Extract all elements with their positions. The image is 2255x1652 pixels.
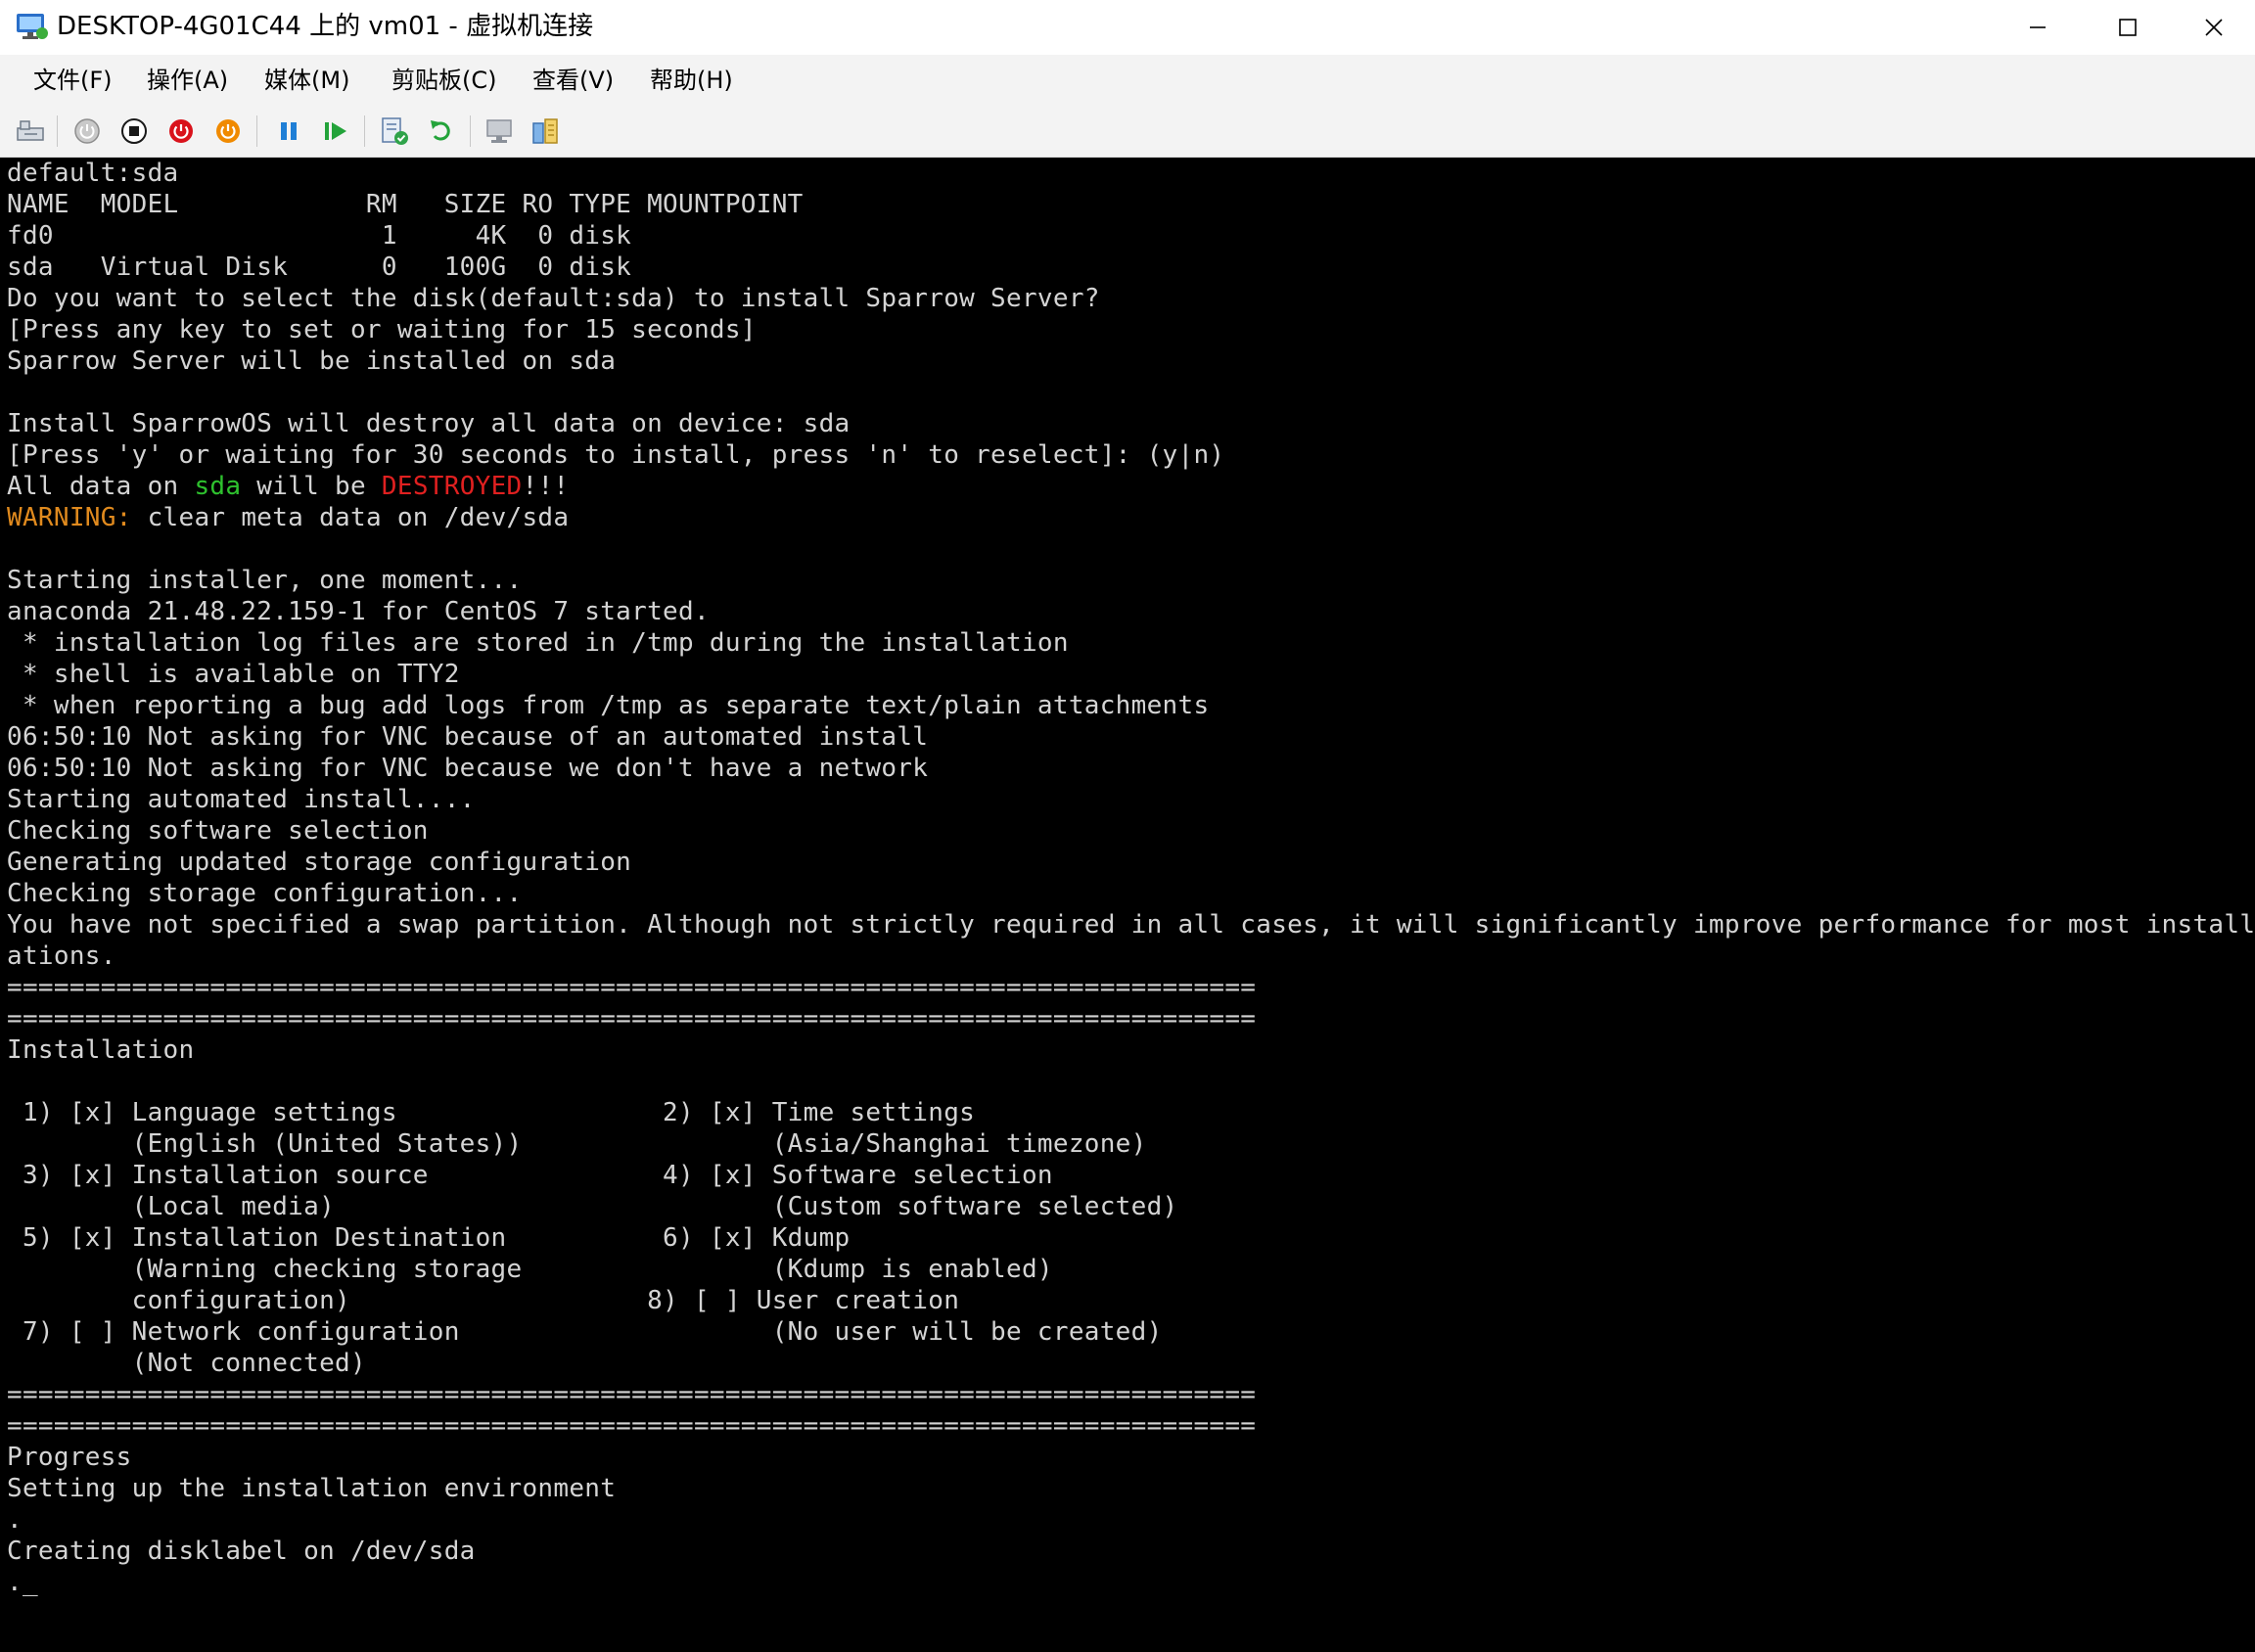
device-name-highlight: sda <box>194 472 242 501</box>
menu-clipboard[interactable]: 剪贴板(C) <box>391 63 496 98</box>
start-button[interactable] <box>70 115 104 148</box>
install-menu-row: 7) [ ] Network configuration (No user wi… <box>7 1317 1163 1347</box>
console-output: default:sda NAME MODEL RM SIZE RO TYPE M… <box>7 158 2255 1598</box>
console-line: You have not specified a swap partition.… <box>7 910 2255 940</box>
turn-off-icon <box>121 118 147 144</box>
console-separator: ========================================… <box>7 1004 1257 1033</box>
console-line: * installation log files are stored in /… <box>7 628 1069 658</box>
toolbar <box>0 106 2255 158</box>
console-line-warning: WARNING: clear meta data on /dev/sda <box>7 502 2255 533</box>
minimize-button[interactable] <box>1993 0 2083 55</box>
console-line: Setting up the installation environment <box>7 1474 617 1503</box>
save-state-button[interactable] <box>211 115 245 148</box>
shutdown-button[interactable] <box>164 115 198 148</box>
toolbar-separator <box>364 115 365 147</box>
minimize-icon <box>2030 26 2046 28</box>
installation-heading: Installation <box>7 1035 195 1065</box>
shutdown-icon <box>169 119 193 143</box>
menu-bar: 文件(F) 操作(A) 媒体(M) 剪贴板(C) 查看(V) 帮助(H) <box>0 55 2255 106</box>
console-line: Install SparrowOS will destroy all data … <box>7 409 851 438</box>
share-button[interactable] <box>529 115 562 148</box>
install-menu-row: (English (United States)) (Asia/Shanghai… <box>7 1129 1147 1159</box>
share-icon <box>532 118 558 144</box>
close-icon <box>2205 19 2223 36</box>
maximize-button[interactable] <box>2083 0 2173 55</box>
console-line: [Press 'y' or waiting for 30 seconds to … <box>7 440 1225 470</box>
menu-action[interactable]: 操作(A) <box>147 63 228 98</box>
install-menu-row: 1) [x] Language settings 2) [x] Time set… <box>7 1098 976 1127</box>
install-menu-row: (Local media) (Custom software selected) <box>7 1192 1178 1221</box>
install-menu-row: 3) [x] Installation source 4) [x] Softwa… <box>7 1161 1053 1190</box>
ctrl-alt-del-icon <box>17 120 44 141</box>
console-cursor-line: ._ <box>7 1568 38 1597</box>
console-line: anaconda 21.48.22.159-1 for CentOS 7 sta… <box>7 597 710 626</box>
toolbar-separator <box>57 115 58 147</box>
console-line: Creating disklabel on /dev/sda <box>7 1537 476 1566</box>
checkpoint-icon <box>382 117 408 145</box>
console-line: Sparrow Server will be installed on sda <box>7 346 617 376</box>
console-line: . <box>7 1505 23 1535</box>
console-separator: ========================================… <box>7 1411 1257 1441</box>
install-menu-row: configuration) 8) [ ] User creation <box>7 1286 960 1315</box>
vm-console-screen[interactable]: default:sda NAME MODEL RM SIZE RO TYPE M… <box>0 158 2255 1652</box>
console-line: Starting installer, one moment... <box>7 566 523 595</box>
start-icon <box>74 118 100 144</box>
title-bar[interactable]: DESKTOP-4G01C44 上的 vm01 - 虚拟机连接 <box>0 0 2255 55</box>
console-text: !!! <box>522 472 570 501</box>
enhanced-session-button[interactable] <box>483 115 517 148</box>
window-title: DESKTOP-4G01C44 上的 vm01 - 虚拟机连接 <box>57 12 594 41</box>
console-line: * shell is available on TTY2 <box>7 660 460 689</box>
checkpoint-button[interactable] <box>378 115 411 148</box>
console-line: NAME MODEL RM SIZE RO TYPE MOUNTPOINT <box>7 190 804 219</box>
console-line: Do you want to select the disk(default:s… <box>7 284 1100 313</box>
install-menu-row: 5) [x] Installation Destination 6) [x] K… <box>7 1223 851 1253</box>
resume-icon <box>325 122 346 140</box>
console-line: Generating updated storage configuration <box>7 848 632 877</box>
close-button[interactable] <box>2173 0 2255 55</box>
revert-icon <box>431 120 450 141</box>
console-line: * when reporting a bug add logs from /tm… <box>7 691 1210 720</box>
pause-icon <box>281 122 297 140</box>
console-separator: ========================================… <box>7 1380 1257 1409</box>
progress-heading: Progress <box>7 1443 132 1472</box>
console-text: All data on <box>7 472 195 501</box>
console-line-destroy-warning: All data on sda will be DESTROYED!!! <box>7 471 2255 502</box>
destroyed-highlight: DESTROYED <box>381 472 523 501</box>
console-line: fd0 1 4K 0 disk <box>7 221 632 251</box>
console-line: 06:50:10 Not asking for VNC because of a… <box>7 722 929 752</box>
console-line: [Press any key to set or waiting for 15 … <box>7 315 757 344</box>
pause-button[interactable] <box>272 115 305 148</box>
vm-connection-window: DESKTOP-4G01C44 上的 vm01 - 虚拟机连接 文件(F) 操作… <box>0 0 2255 1652</box>
toolbar-separator <box>256 115 257 147</box>
menu-help[interactable]: 帮助(H) <box>650 63 733 98</box>
install-menu-row: (Warning checking storage (Kdump is enab… <box>7 1255 1053 1284</box>
console-line: ations. <box>7 941 116 971</box>
install-menu-row: (Not connected) <box>7 1349 366 1378</box>
menu-media[interactable]: 媒体(M) <box>264 63 349 98</box>
maximize-icon <box>2119 19 2137 36</box>
console-line: sda Virtual Disk 0 100G 0 disk <box>7 252 632 282</box>
menu-file[interactable]: 文件(F) <box>33 63 113 98</box>
turn-off-button[interactable] <box>117 115 151 148</box>
console-text: will be <box>241 472 382 501</box>
toolbar-separator <box>470 115 471 147</box>
console-line: Checking storage configuration... <box>7 879 523 908</box>
console-line: Checking software selection <box>7 816 429 846</box>
vm-connection-icon <box>16 12 49 41</box>
warning-label: WARNING: <box>7 503 132 532</box>
menu-view[interactable]: 查看(V) <box>532 63 614 98</box>
console-line: Starting automated install.... <box>7 785 476 814</box>
revert-button[interactable] <box>425 115 458 148</box>
ctrl-alt-del-button[interactable] <box>14 115 47 148</box>
enhanced-session-icon <box>486 119 512 143</box>
power-icon <box>216 119 240 143</box>
console-text: clear meta data on /dev/sda <box>131 503 570 532</box>
console-line: 06:50:10 Not asking for VNC because we d… <box>7 754 929 783</box>
resume-button[interactable] <box>319 115 352 148</box>
console-line: default:sda <box>7 159 179 188</box>
console-separator: ========================================… <box>7 973 1257 1002</box>
